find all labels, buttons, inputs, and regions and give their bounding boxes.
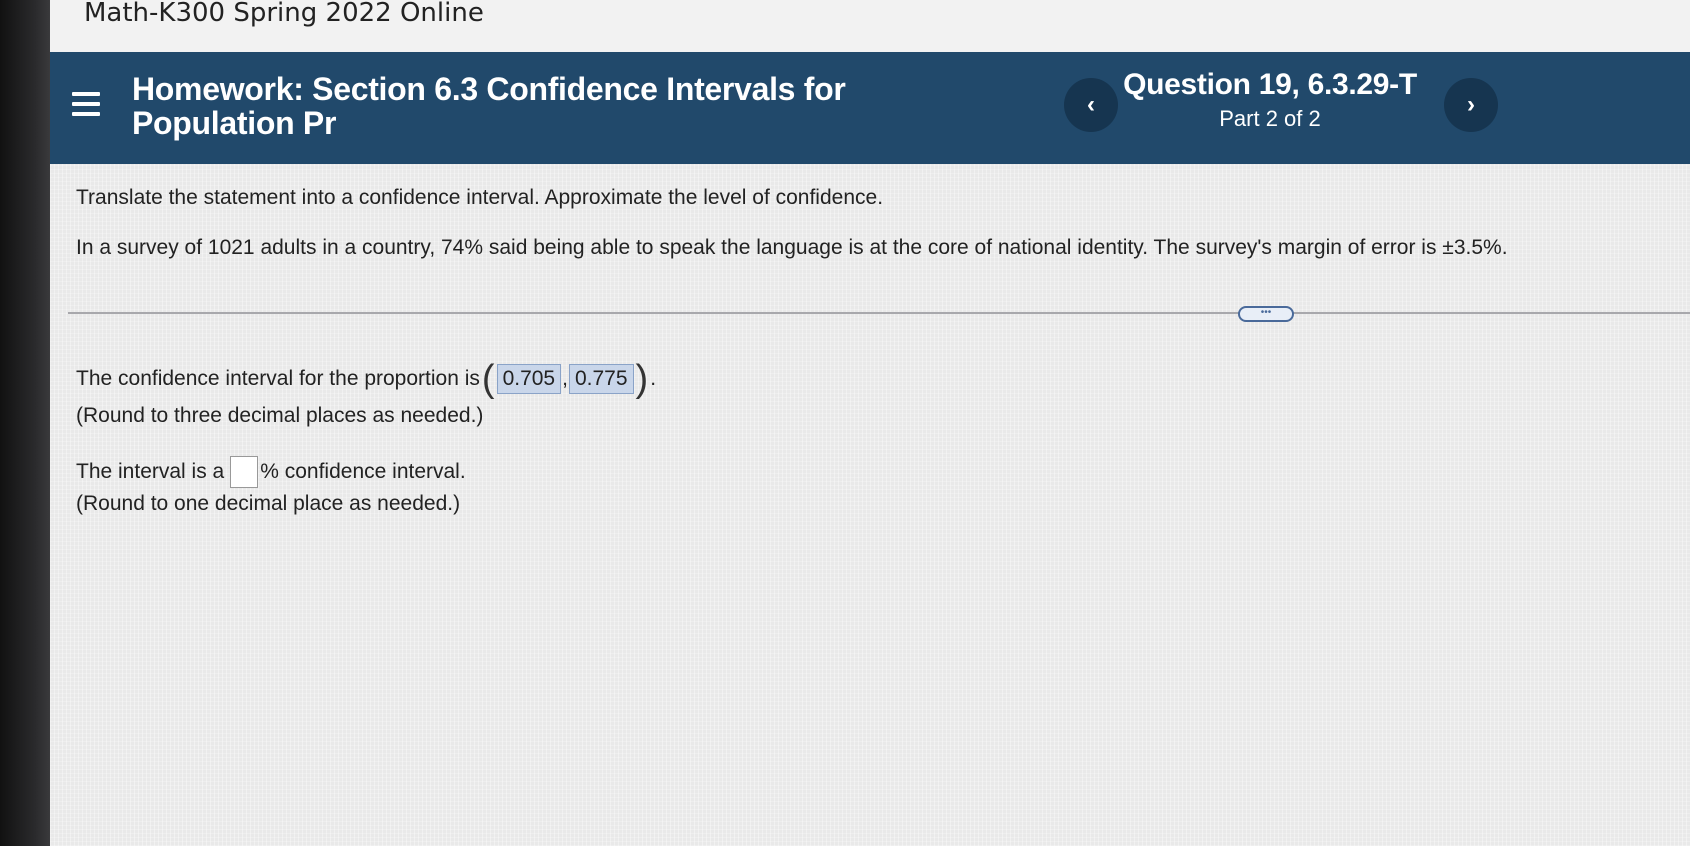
homework-header: Homework: Section 6.3 Confidence Interva… [50, 52, 1690, 164]
problem-statement: In a survey of 1021 adults in a country,… [76, 236, 1508, 259]
next-question-button[interactable]: › [1444, 78, 1498, 132]
open-paren: ( [481, 358, 495, 400]
question-title: Question 19, 6.3.29-T [1123, 68, 1417, 101]
chevron-right-icon: › [1467, 91, 1475, 118]
menu-icon[interactable] [72, 92, 100, 116]
divider [68, 312, 1690, 314]
question-info: Question 19, 6.3.29-T Part 2 of 2 [1110, 68, 1430, 132]
level-prefix-text: The interval is a [76, 460, 225, 483]
ci-upper-field[interactable]: 0.775 [568, 364, 634, 394]
homework-title: Homework: Section 6.3 Confidence Interva… [132, 72, 892, 140]
screen: Math-K300 Spring 2022 Online Homework: S… [50, 0, 1690, 846]
period: . [650, 367, 657, 390]
ci-round-note: (Round to three decimal places as needed… [76, 404, 484, 427]
level-round-note: (Round to one decimal place as needed.) [76, 492, 461, 515]
comma: , [562, 367, 568, 390]
chevron-left-icon: ‹ [1087, 91, 1095, 118]
close-paren: ) [635, 358, 649, 400]
homework-label: Homework: [132, 71, 304, 107]
monitor-bezel [0, 0, 50, 846]
ci-lower-field[interactable]: 0.705 [496, 364, 562, 394]
confidence-level-input[interactable] [230, 456, 259, 488]
confidence-level-answer: The interval is a % confidence interval. [76, 456, 466, 488]
course-bar: Math-K300 Spring 2022 Online [50, 0, 1690, 52]
question-part: Part 2 of 2 [1219, 106, 1321, 131]
ci-prefix-text: The confidence interval for the proporti… [76, 367, 480, 390]
more-options-button[interactable]: ••• [1238, 306, 1294, 322]
course-title: Math-K300 Spring 2022 Online [84, 0, 484, 28]
confidence-interval-answer: The confidence interval for the proporti… [76, 358, 657, 400]
instruction-text: Translate the statement into a confidenc… [76, 186, 884, 209]
level-suffix-text: % confidence interval. [260, 460, 466, 483]
